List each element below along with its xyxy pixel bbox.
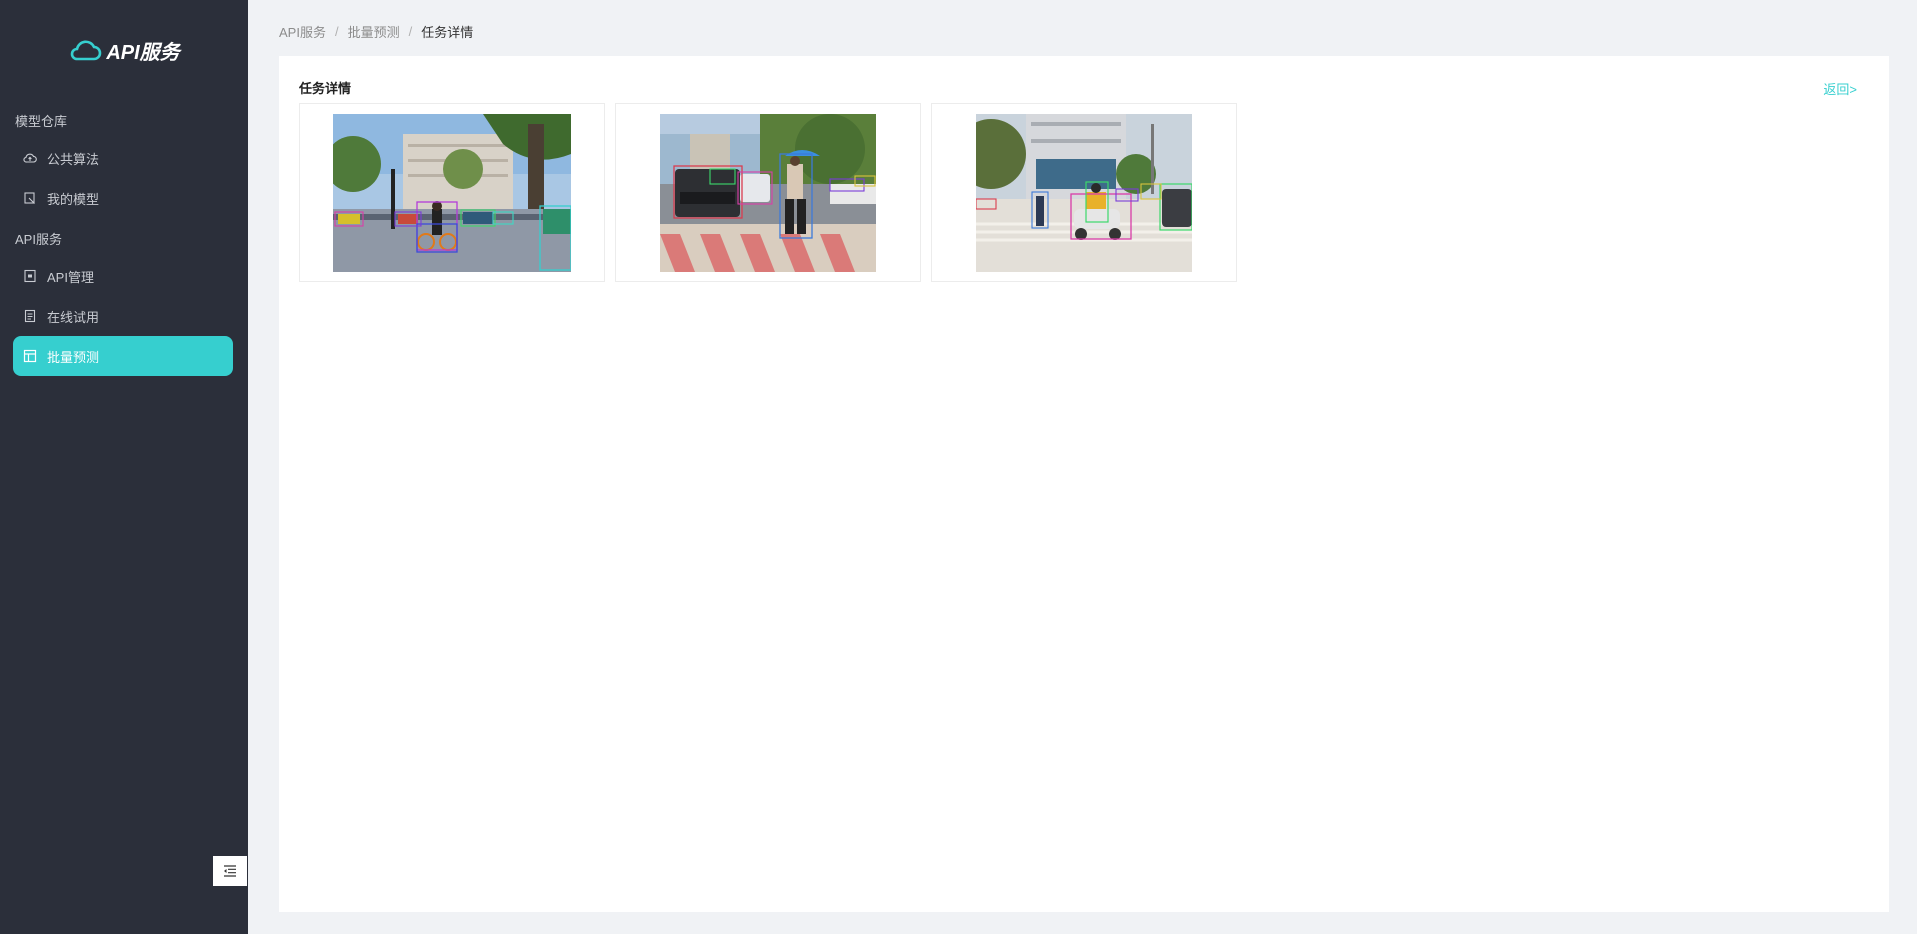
- cloud-upload-icon: [23, 151, 37, 165]
- result-image-1: [333, 113, 571, 272]
- sidebar-item-online-trial[interactable]: 在线试用: [13, 296, 233, 336]
- result-image-card-3[interactable]: [931, 103, 1237, 282]
- sidebar-item-label: 批量预测: [47, 349, 100, 365]
- result-image-3: [976, 113, 1192, 272]
- group-label-model-repo: 模型仓库: [15, 114, 68, 129]
- layout-icon: [23, 349, 37, 363]
- menu-fold-icon: [224, 865, 236, 877]
- sidebar-item-public-algorithms[interactable]: 公共算法: [13, 138, 233, 178]
- group-label-api-service: API服务: [15, 232, 62, 247]
- breadcrumb: API服务 / 批量预测 / 任务详情: [279, 22, 473, 41]
- sidebar: API服务 模型仓库 公共算法 我的模型 API服务 API管理 在线试用 批量…: [0, 0, 248, 934]
- breadcrumb-item-batch-prediction[interactable]: 批量预测: [348, 22, 400, 41]
- breadcrumb-item-current: 任务详情: [421, 25, 474, 40]
- cloud-logo-icon: [71, 40, 102, 61]
- model-icon: [23, 191, 37, 205]
- app-title: API服务: [106, 41, 180, 64]
- sidebar-item-my-models[interactable]: 我的模型: [13, 178, 233, 218]
- result-image-card-1[interactable]: [299, 103, 605, 282]
- api-icon: [23, 269, 37, 283]
- breadcrumb-separator: /: [408, 24, 413, 39]
- result-image-2: [660, 113, 876, 272]
- breadcrumb-separator: /: [334, 24, 339, 39]
- breadcrumb-item-api-service[interactable]: API服务: [279, 22, 326, 41]
- result-image-card-2[interactable]: [615, 103, 921, 282]
- sidebar-item-label: API管理: [47, 269, 94, 285]
- sidebar-item-batch-prediction[interactable]: 批量预测: [13, 336, 233, 376]
- sidebar-item-api-management[interactable]: API管理: [13, 256, 233, 296]
- task-detail-panel: 任务详情 返回>: [279, 56, 1889, 912]
- sidebar-item-label: 在线试用: [47, 309, 100, 325]
- back-link[interactable]: 返回>: [1823, 79, 1857, 98]
- sidebar-item-label: 我的模型: [47, 191, 100, 207]
- page-title: 任务详情: [299, 81, 352, 96]
- collapse-sidebar-button[interactable]: [213, 856, 247, 886]
- app-logo: API服务: [0, 32, 248, 68]
- document-icon: [23, 309, 37, 323]
- sidebar-item-label: 公共算法: [47, 151, 100, 167]
